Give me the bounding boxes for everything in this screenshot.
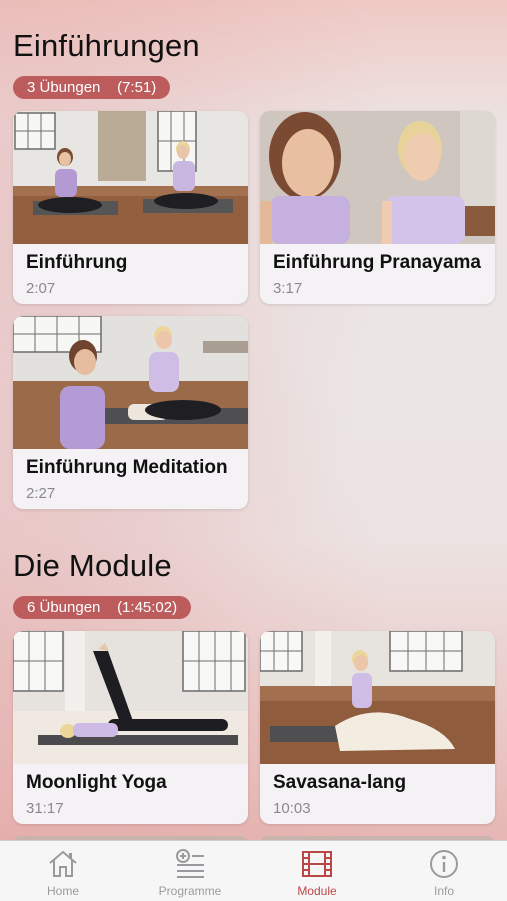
- video-title: Einführung: [26, 252, 128, 273]
- video-card-einfuehrung-pranayama[interactable]: Einführung Pranayama 3:17: [260, 111, 495, 304]
- tab-programme[interactable]: Programme: [127, 841, 253, 901]
- film-icon: [302, 851, 332, 877]
- tab-home[interactable]: Home: [0, 841, 126, 901]
- tab-bar: Home Programme Module Info: [0, 840, 507, 901]
- programs-list-icon: [176, 849, 204, 878]
- tab-label: Module: [297, 884, 337, 898]
- video-duration: 31:17: [26, 800, 64, 817]
- video-title: Einführung Pranayama: [273, 252, 481, 273]
- tab-label: Programme: [158, 884, 222, 898]
- tab-label: Info: [433, 884, 454, 898]
- video-duration: 10:03: [273, 800, 311, 817]
- video-card-einfuehrung[interactable]: Einführung 2:07: [13, 111, 248, 304]
- video-thumbnail: [13, 111, 248, 244]
- video-thumbnail: [260, 631, 495, 764]
- tab-info[interactable]: Info: [381, 841, 507, 901]
- section-badge-einfuehrungen: 3 Übungen (7:51): [13, 76, 171, 99]
- video-duration: 2:27: [26, 485, 56, 502]
- video-thumbnail: [260, 111, 495, 244]
- house-icon: [49, 850, 77, 877]
- video-title: Einführung Meditation: [26, 457, 228, 478]
- section-badge-die-module: 6 Übungen (1:45:02): [13, 596, 192, 619]
- video-thumbnail: [13, 631, 248, 764]
- info-icon: [430, 850, 458, 878]
- video-duration: 2:07: [26, 280, 56, 297]
- video-card-moonlight-yoga[interactable]: Moonlight Yoga 31:17: [13, 631, 248, 824]
- video-title: Savasana-lang: [273, 772, 407, 793]
- video-duration: 3:17: [273, 280, 303, 297]
- tab-module[interactable]: Module: [254, 841, 380, 901]
- video-card-savasana-lang[interactable]: Savasana-lang 10:03: [260, 631, 495, 824]
- tab-label: Home: [46, 884, 79, 898]
- video-title: Moonlight Yoga: [26, 772, 167, 793]
- video-thumbnail: [13, 316, 248, 449]
- video-card-einfuehrung-meditation[interactable]: Einführung Meditation 2:27: [13, 316, 248, 509]
- section-title-einfuehrungen: Einführungen: [13, 28, 200, 63]
- section-title-die-module: Die Module: [13, 548, 172, 583]
